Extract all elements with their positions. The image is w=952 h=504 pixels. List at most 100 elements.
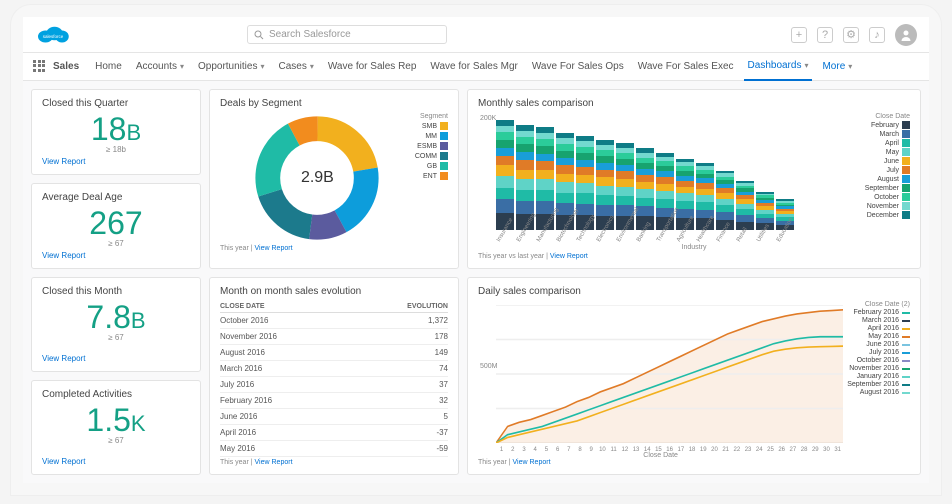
tab-opportunities[interactable]: Opportunities▾	[194, 61, 269, 72]
card-footer: This year vs last year | View Report	[478, 253, 910, 260]
chevron-down-icon: ▾	[848, 62, 852, 71]
view-report-link[interactable]: View Report	[255, 245, 293, 252]
search-icon	[254, 30, 264, 40]
donut-chart: 2.9B	[220, 113, 415, 243]
card-footer: This year | View Report	[220, 245, 448, 252]
left-col-1: Closed this Quarter 18B ≥ 18b View Repor…	[31, 89, 201, 269]
legend-item: July	[865, 166, 910, 174]
tab-wave-rep[interactable]: Wave for Sales Rep	[324, 61, 421, 72]
tab-wave-exec[interactable]: Wave For Sales Exec	[634, 61, 738, 72]
view-report-link[interactable]: View Report	[42, 457, 190, 466]
legend-item: GB	[415, 162, 448, 170]
chevron-down-icon: ▾	[310, 62, 314, 71]
bar-column	[716, 171, 734, 230]
view-report-link[interactable]: View Report	[550, 253, 588, 260]
question-icon[interactable]: ?	[817, 27, 833, 43]
search-placeholder: Search Salesforce	[269, 29, 351, 40]
card-completed-activities: Completed Activities 1.5K ≥ 67 View Repo…	[31, 380, 201, 475]
legend-item: ENT	[415, 172, 448, 180]
kpi-sub: ≥ 18b	[42, 145, 190, 154]
legend-item: February	[865, 121, 910, 129]
legend-header: Segment	[415, 113, 448, 120]
kpi-sub: ≥ 67	[42, 239, 190, 248]
kpi-sub: ≥ 67	[42, 436, 190, 445]
card-title: Month on month sales evolution	[220, 286, 448, 297]
table-row: March 201674	[220, 361, 448, 377]
card-monthly-sales: Monthly sales comparison Sum of Amount 2…	[467, 89, 921, 269]
legend-item: December	[865, 211, 910, 219]
screen: salesforce Search Salesforce + ? ⚙ ♪ Sal…	[23, 17, 929, 483]
global-search[interactable]: Search Salesforce	[247, 25, 447, 44]
bar-column	[636, 148, 654, 230]
legend-item: April 2016	[847, 325, 910, 332]
bar-column	[496, 120, 514, 230]
view-report-link[interactable]: View Report	[42, 251, 190, 260]
legend-item: November	[865, 202, 910, 210]
card-title: Daily sales comparison	[478, 286, 910, 297]
app-nav: Sales Home Accounts▾ Opportunities▾ Case…	[23, 53, 929, 81]
line-chart: Sum of Amount 500M Close Date 1234567891…	[478, 301, 843, 457]
app-launcher-icon[interactable]	[33, 60, 47, 74]
legend-item: November 2016	[847, 365, 910, 372]
tab-more[interactable]: More▾	[818, 61, 856, 72]
table-row: April 2016-37	[220, 425, 448, 441]
card-footer: This year | View Report	[220, 459, 448, 466]
table-row: June 20165	[220, 409, 448, 425]
legend-item: April	[865, 139, 910, 147]
app-name: Sales	[53, 61, 79, 72]
legend-item: August	[865, 175, 910, 183]
card-title: Closed this Month	[42, 286, 190, 297]
legend-item: March 2016	[847, 317, 910, 324]
table-row: October 20161,372	[220, 313, 448, 329]
legend-header: Close Date	[865, 113, 910, 120]
card-title: Completed Activities	[42, 389, 190, 400]
kpi-value: 18B	[42, 113, 190, 145]
legend-item: March	[865, 130, 910, 138]
legend-item: SMB	[415, 122, 448, 130]
bell-icon[interactable]: ♪	[869, 27, 885, 43]
table-row: August 2016149	[220, 345, 448, 361]
tab-wave-ops[interactable]: Wave For Sales Ops	[528, 61, 628, 72]
table-row: February 201632	[220, 393, 448, 409]
tab-dashboards[interactable]: Dashboards▾	[744, 53, 813, 81]
gear-icon[interactable]: ⚙	[843, 27, 859, 43]
table-row: November 2016178	[220, 329, 448, 345]
y-axis-label: Sum of Amount	[478, 335, 480, 383]
card-title: Deals by Segment	[220, 98, 448, 109]
view-report-link[interactable]: View Report	[255, 459, 293, 466]
line-legend: Close Date (2) February 2016March 2016Ap…	[847, 301, 910, 457]
kpi-value: 7.8B	[42, 301, 190, 333]
card-sales-evolution: Month on month sales evolution CLOSE DAT…	[209, 277, 459, 475]
view-report-link[interactable]: View Report	[42, 157, 190, 166]
y-axis-label: Sum of Amount	[478, 134, 480, 182]
x-axis-label: Industry	[478, 244, 910, 251]
view-report-link[interactable]: View Report	[513, 459, 551, 466]
stacked-legend: Close Date FebruaryMarchAprilMayJuneJuly…	[865, 113, 910, 244]
legend-item: June	[865, 157, 910, 165]
legend-item: August 2016	[847, 389, 910, 396]
legend-header: Close Date (2)	[847, 301, 910, 308]
view-report-link[interactable]: View Report	[42, 354, 190, 363]
card-title: Closed this Quarter	[42, 98, 190, 109]
card-title: Monthly sales comparison	[478, 98, 910, 109]
tab-cases[interactable]: Cases▾	[274, 61, 317, 72]
avatar[interactable]	[895, 24, 917, 46]
legend-item: September 2016	[847, 381, 910, 388]
legend-item: May 2016	[847, 333, 910, 340]
left-col-2: Closed this Month 7.8B ≥ 67 View Report …	[31, 277, 201, 475]
legend-item: June 2016	[847, 341, 910, 348]
plus-icon[interactable]: +	[791, 27, 807, 43]
card-footer: This year | View Report	[478, 459, 910, 466]
tab-wave-mgr[interactable]: Wave for Sales Mgr	[426, 61, 521, 72]
card-avg-deal-age: Average Deal Age 267 ≥ 67 View Report	[31, 183, 201, 269]
chevron-down-icon: ▾	[180, 62, 184, 71]
chevron-down-icon: ▾	[260, 62, 264, 71]
donut-legend: Segment SMBMMESMBCOMMGBENT	[415, 113, 448, 243]
kpi-value: 267	[42, 207, 190, 239]
donut-center-value: 2.9B	[301, 169, 334, 187]
tab-home[interactable]: Home	[91, 61, 126, 72]
salesforce-logo: salesforce	[35, 23, 71, 47]
header-icons: + ? ⚙ ♪	[791, 24, 917, 46]
chevron-down-icon: ▾	[804, 61, 808, 70]
tab-accounts[interactable]: Accounts▾	[132, 61, 188, 72]
